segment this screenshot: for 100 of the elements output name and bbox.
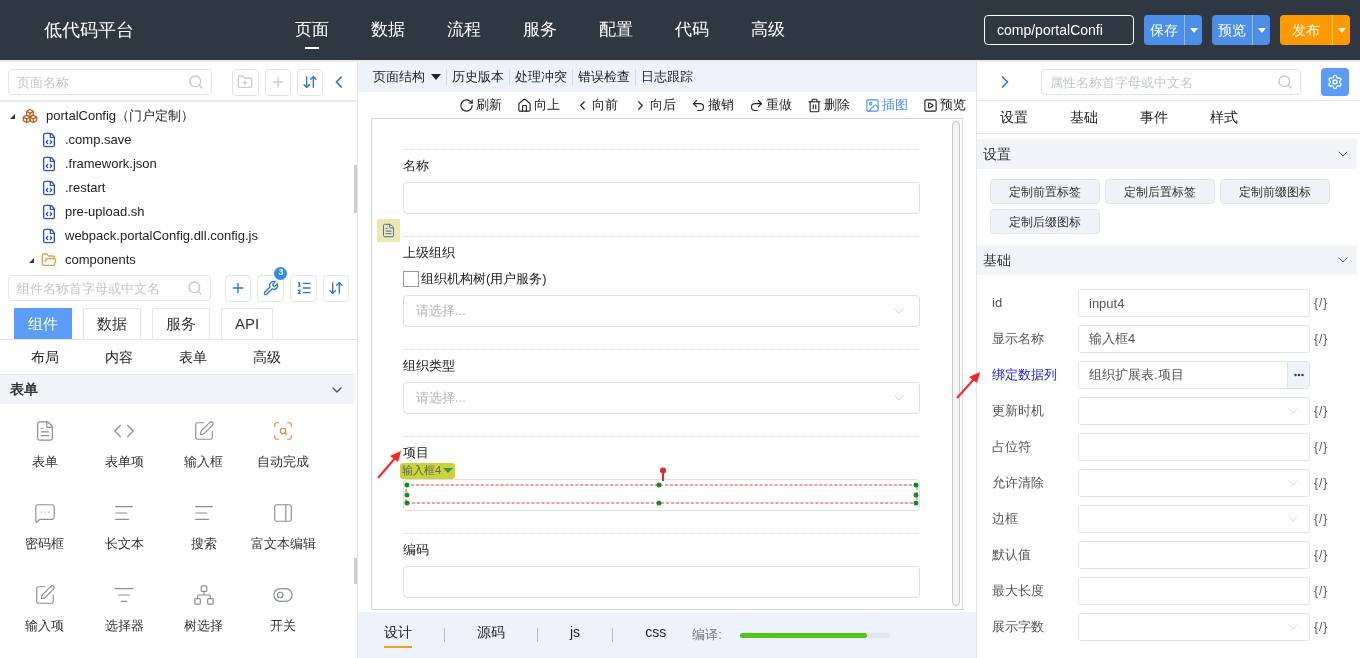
select-field[interactable] <box>1078 613 1310 641</box>
component-item[interactable]: 富文本编辑 <box>243 502 323 567</box>
scrollbar[interactable] <box>952 121 960 606</box>
toolbar-button[interactable]: 向后 <box>633 95 676 115</box>
component-item[interactable]: 输入项 <box>5 584 85 649</box>
expression-button[interactable]: {/} <box>1314 438 1329 456</box>
layout-handle-icon[interactable] <box>377 219 400 242</box>
nav-tab[interactable]: 数据 <box>371 0 405 60</box>
select-field[interactable] <box>1078 505 1310 533</box>
input-field[interactable] <box>403 565 920 598</box>
toolbar-button[interactable]: 刷新 <box>459 95 502 115</box>
custom-button[interactable]: 定制前缀图标 <box>1220 179 1330 204</box>
toolbar-button[interactable]: 向上 <box>517 95 560 115</box>
toolbar-button[interactable]: 重做 <box>749 95 792 115</box>
add-button[interactable] <box>264 68 291 96</box>
custom-button[interactable]: 定制后置标签 <box>1105 179 1215 204</box>
nav-tab[interactable]: 配置 <box>599 0 633 60</box>
component-tag[interactable]: 输入框4 <box>400 462 456 479</box>
tree-item[interactable]: portalConfig（门户定制） <box>46 106 195 126</box>
expanded-toggle-icon[interactable] <box>9 113 15 119</box>
sort-button[interactable] <box>322 274 349 302</box>
toolbar-button[interactable]: 撤销 <box>691 95 734 115</box>
expression-button[interactable]: {/} <box>1314 294 1329 312</box>
menu-item[interactable]: 日志跟踪 <box>641 67 693 87</box>
menu-item[interactable]: 历史版本 <box>452 67 504 87</box>
picker-field[interactable]: 组织扩展表.项目 <box>1078 361 1310 389</box>
custom-button[interactable]: 定制后缀图标 <box>990 209 1100 234</box>
settings-button[interactable] <box>1321 68 1349 96</box>
toolbar-button[interactable]: 预览 <box>923 95 966 115</box>
tree-item[interactable]: webpack.portalConfig.dll.config.js <box>65 226 258 246</box>
rotation-handle-icon[interactable] <box>659 466 667 481</box>
category-tab[interactable]: 表单 <box>172 346 214 368</box>
panel-tab[interactable]: API <box>221 308 274 339</box>
toolbar-button[interactable]: 向前 <box>575 95 618 115</box>
expression-button[interactable]: {/} <box>1314 330 1329 348</box>
component-item[interactable]: 搜索 <box>164 502 244 567</box>
new-folder-button[interactable] <box>232 68 259 96</box>
expression-button[interactable]: {/} <box>1314 402 1329 420</box>
sort-button[interactable] <box>297 68 324 96</box>
section-header[interactable]: 基础 <box>977 245 1357 275</box>
nav-tab[interactable]: 代码 <box>675 0 709 60</box>
property-tab[interactable]: 设置 <box>999 106 1028 128</box>
category-tab[interactable]: 高级 <box>246 346 288 368</box>
expression-button[interactable]: {/} <box>1314 618 1329 636</box>
nav-tab[interactable]: 页面 <box>295 0 329 60</box>
component-item[interactable]: 表单项 <box>84 420 164 485</box>
panel-tab[interactable]: 数据 <box>83 308 141 339</box>
editor-tab[interactable]: js <box>570 622 581 648</box>
nav-tab[interactable]: 高级 <box>751 0 785 60</box>
input-field[interactable]: input4 <box>1078 289 1310 317</box>
tree-item[interactable]: .restart <box>65 178 106 198</box>
component-item[interactable]: 自动完成 <box>243 420 323 485</box>
custom-button[interactable]: 定制前置标签 <box>990 179 1100 204</box>
select-field[interactable] <box>1078 469 1310 497</box>
panel-tab[interactable]: 服务 <box>152 308 210 339</box>
property-search-field[interactable]: 属性名称首字母或中文名 <box>1041 69 1301 95</box>
nav-tab[interactable]: 流程 <box>447 0 481 60</box>
editor-tab[interactable]: 源码 <box>477 622 505 648</box>
component-item[interactable]: 表单 <box>5 420 85 485</box>
checkbox[interactable] <box>403 270 419 287</box>
editor-tab[interactable]: 设计 <box>384 622 412 648</box>
section-header[interactable]: 表单 <box>0 374 355 404</box>
section-header[interactable]: 设置 <box>977 139 1357 169</box>
scrollbar[interactable] <box>354 165 357 213</box>
expression-button[interactable]: {/} <box>1314 474 1329 492</box>
input-field[interactable] <box>403 182 920 214</box>
property-tab[interactable]: 基础 <box>1069 106 1098 128</box>
more-button[interactable] <box>1287 362 1309 388</box>
category-tab[interactable]: 布局 <box>24 346 66 368</box>
expression-button[interactable]: {/} <box>1314 546 1329 564</box>
input-field[interactable] <box>1078 433 1310 461</box>
component-item[interactable]: 开关 <box>243 584 323 649</box>
input-field[interactable]: 输入框4 <box>1078 325 1310 353</box>
tree-item[interactable]: components <box>65 250 136 270</box>
category-tab[interactable]: 内容 <box>98 346 140 368</box>
property-tab[interactable]: 事件 <box>1139 106 1168 128</box>
nav-tab[interactable]: 服务 <box>523 0 557 60</box>
line-spacing-button[interactable] <box>290 274 317 302</box>
expression-button[interactable]: {/} <box>1314 510 1329 528</box>
property-tab[interactable]: 样式 <box>1209 106 1238 128</box>
select-field[interactable] <box>1078 397 1310 425</box>
tree-item[interactable]: pre-upload.sh <box>65 202 145 222</box>
toolbar-button[interactable]: 删除 <box>807 95 850 115</box>
menu-item[interactable]: 处理冲突 <box>515 67 567 87</box>
tree-item[interactable]: .comp.save <box>65 130 132 150</box>
tree-item[interactable]: .framework.json <box>65 154 157 174</box>
tools-button[interactable] <box>257 274 285 302</box>
expression-button[interactable]: {/} <box>1314 582 1329 600</box>
add-button[interactable] <box>225 274 252 302</box>
scrollbar[interactable] <box>354 558 357 584</box>
input-field[interactable] <box>1078 577 1310 605</box>
component-item[interactable]: 密码框 <box>5 502 85 567</box>
input-field[interactable] <box>1078 541 1310 569</box>
path-field[interactable]: comp/portalConfi <box>984 15 1134 45</box>
editor-tab[interactable]: css <box>645 622 667 648</box>
component-item[interactable]: 选择器 <box>84 584 164 649</box>
component-search-field[interactable]: 组件名称首字母或中文名 <box>8 275 212 301</box>
expanded-toggle-icon[interactable] <box>28 257 34 263</box>
component-item[interactable]: 树选择 <box>164 584 244 649</box>
menu-item[interactable]: 错误检查 <box>578 67 630 87</box>
